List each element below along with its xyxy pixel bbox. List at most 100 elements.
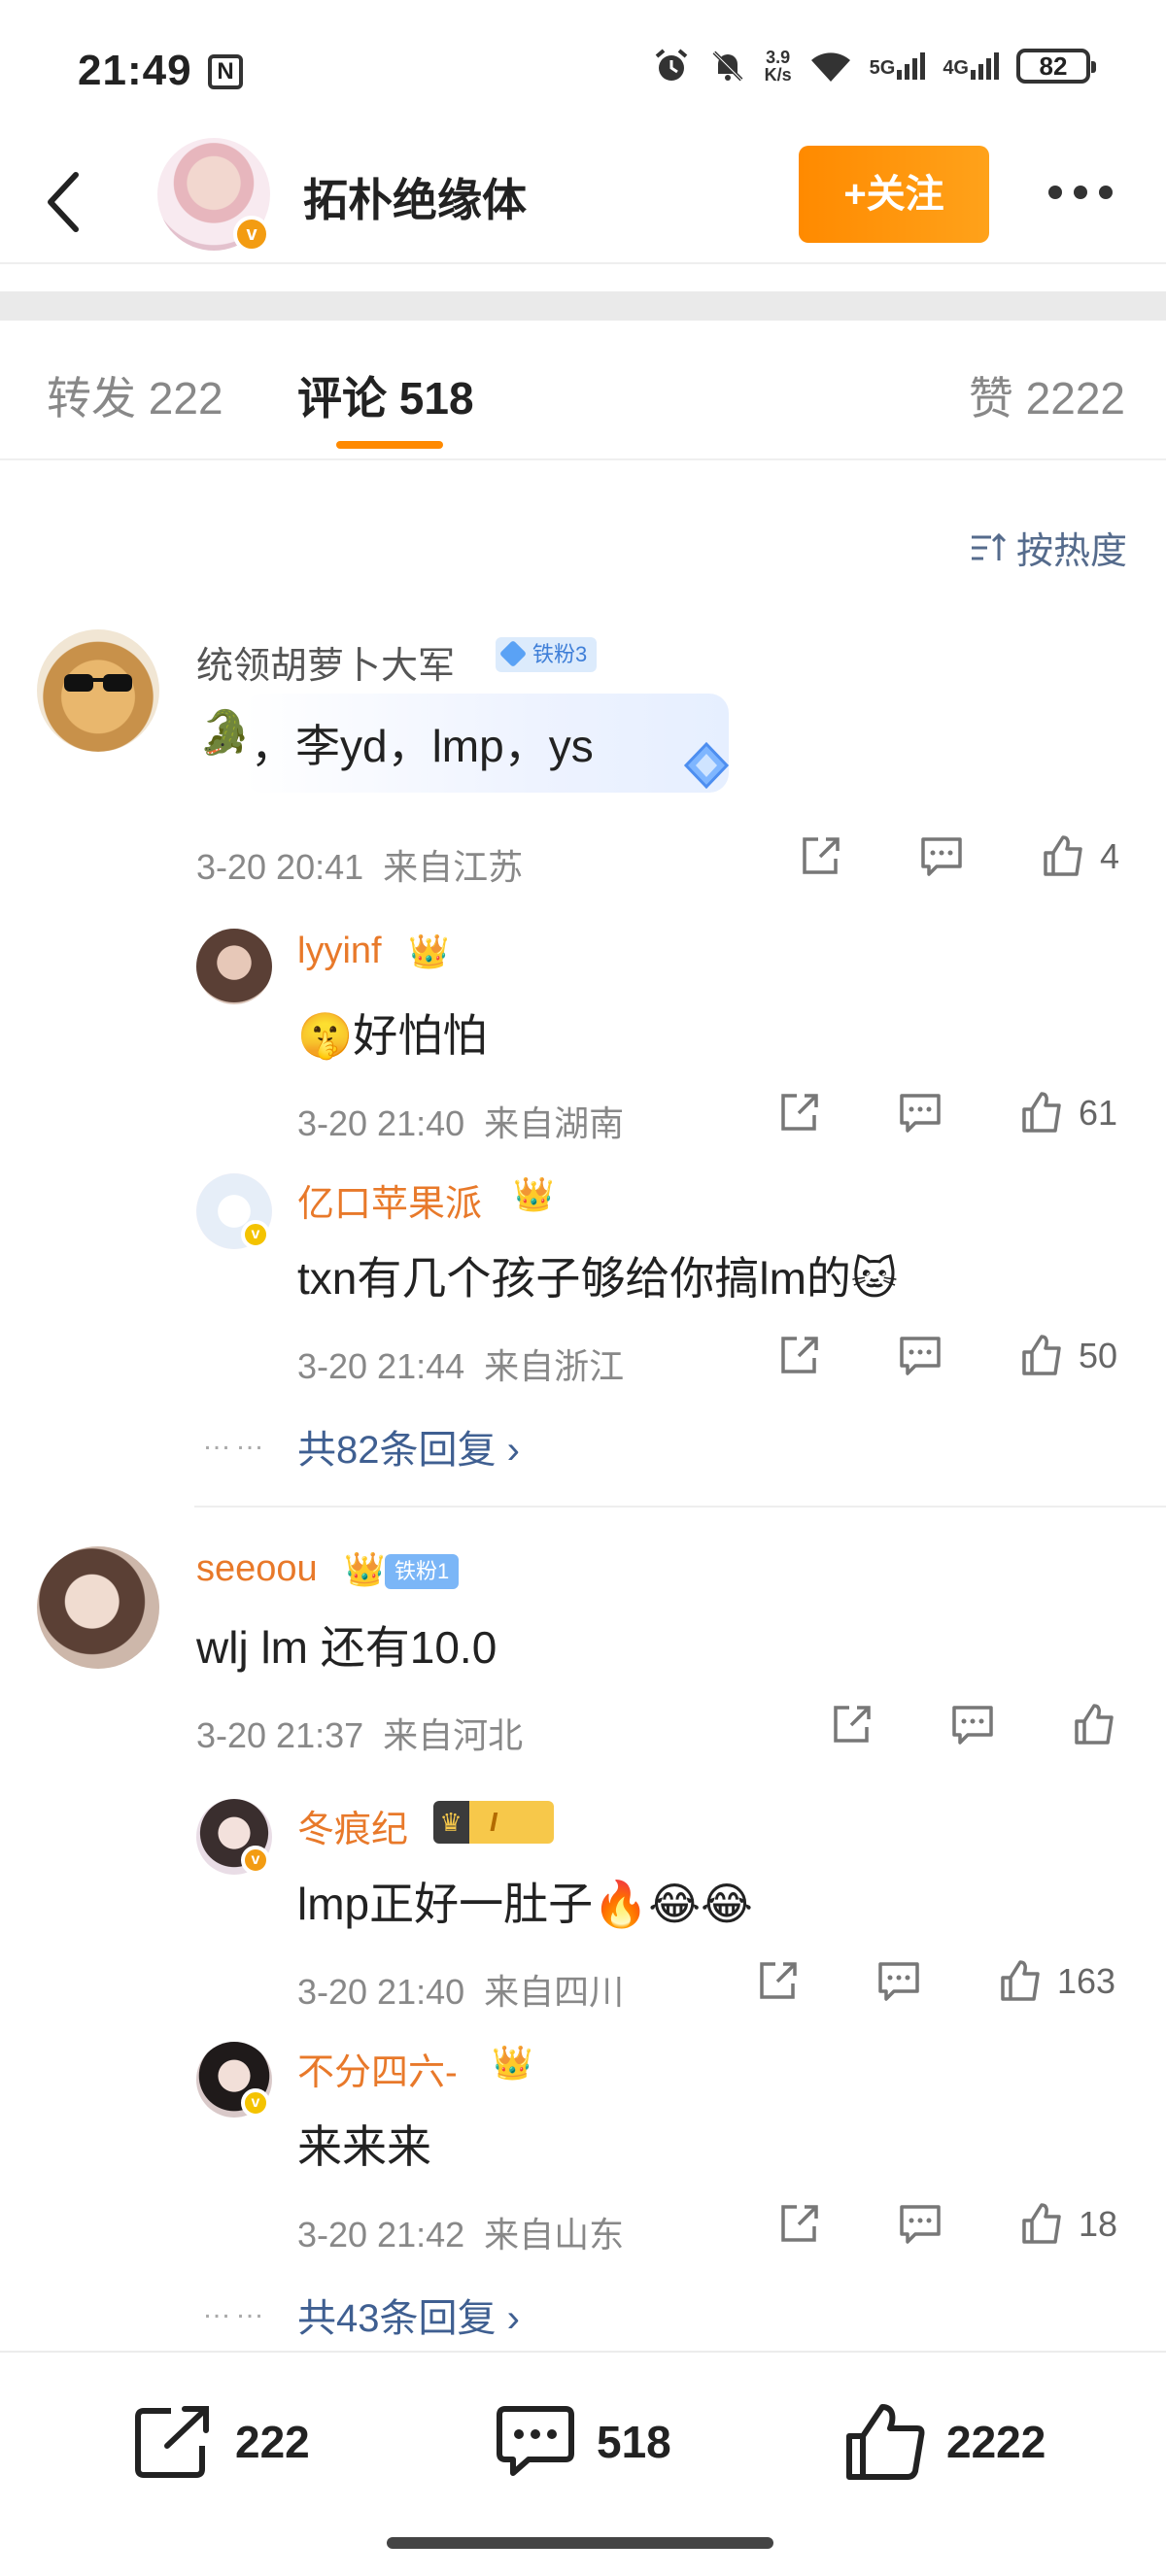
sort-icon bbox=[971, 532, 1007, 560]
comment-count: 518 bbox=[597, 2417, 671, 2467]
reply-icon[interactable] bbox=[896, 1090, 944, 1136]
sort-button[interactable]: 按热度 bbox=[970, 521, 1127, 574]
reply-icon[interactable] bbox=[948, 1702, 997, 1748]
reply-username[interactable]: 不分四六- bbox=[297, 2042, 458, 2095]
share-icon[interactable] bbox=[797, 833, 843, 880]
comment-text: ，李yd，lmp，ys bbox=[251, 721, 594, 771]
comment-username[interactable]: seeoou bbox=[196, 1548, 318, 1590]
net-speed: 3.9 K/s bbox=[764, 48, 792, 85]
status-time: 21:49 bbox=[78, 47, 192, 94]
reply-actions: 61 bbox=[775, 1090, 1117, 1136]
like-icon bbox=[846, 2404, 925, 2480]
share-icon[interactable] bbox=[828, 1702, 874, 1748]
status-icons: 3.9 K/s 5G 4G 82 bbox=[652, 47, 1096, 85]
reply-icon[interactable] bbox=[917, 833, 966, 880]
tab-repost[interactable]: 转发 222 bbox=[47, 363, 223, 427]
sunglasses-icon bbox=[64, 674, 132, 692]
reply-icon[interactable] bbox=[896, 1333, 944, 1379]
like-count: 163 bbox=[1057, 1961, 1116, 2001]
fan-badge: 铁粉3 bbox=[496, 637, 598, 672]
comment-icon bbox=[497, 2406, 574, 2476]
home-indicator[interactable] bbox=[387, 2537, 773, 2549]
comment-username[interactable]: 统领胡萝卜大军 bbox=[196, 635, 455, 689]
level-badge-icon: ♛ I bbox=[433, 1801, 554, 1844]
section-gap bbox=[0, 291, 1166, 321]
view-more-replies-link[interactable]: 共82条回复 › bbox=[297, 1418, 520, 1474]
signal-4g-icon: 4G bbox=[943, 52, 999, 80]
reply-actions: 18 bbox=[775, 2201, 1117, 2248]
reply-actions: 163 bbox=[754, 1958, 1115, 2005]
reply-username[interactable]: 冬痕纪 bbox=[297, 1799, 408, 1852]
repost-button[interactable]: 222 bbox=[132, 2403, 310, 2481]
tabs-divider bbox=[0, 458, 1166, 460]
like-count: 50 bbox=[1079, 1336, 1118, 1375]
like-icon[interactable] bbox=[1018, 2201, 1065, 2248]
reply-actions: 50 bbox=[775, 1333, 1117, 1379]
more-options-icon[interactable] bbox=[1042, 173, 1119, 212]
fan-badge: 铁粉1 bbox=[385, 1554, 460, 1589]
repost-count: 222 bbox=[235, 2417, 310, 2467]
follow-button[interactable]: +关注 bbox=[799, 146, 989, 243]
reply-username[interactable]: lyyinf bbox=[297, 931, 382, 972]
tab-likes[interactable]: 赞 2222 bbox=[969, 363, 1125, 427]
verified-badge-icon: v bbox=[241, 1220, 270, 1249]
comment-text: wlj lm 还有10.0 bbox=[196, 1622, 497, 1673]
share-icon[interactable] bbox=[754, 1958, 801, 2005]
battery-icon: 82 bbox=[1016, 49, 1096, 84]
reply-text: 🤫好怕怕 bbox=[297, 1010, 488, 1061]
like-count: 18 bbox=[1079, 2204, 1118, 2244]
like-button[interactable]: 2222 bbox=[843, 2403, 1046, 2481]
tab-indicator bbox=[336, 441, 443, 449]
header-divider bbox=[0, 262, 1166, 264]
like-icon[interactable] bbox=[1040, 833, 1086, 880]
reply-text: lmp正好一肚子🔥😂😂 bbox=[297, 1879, 753, 1929]
reply-time: 3-20 21:44 来自浙江 bbox=[297, 1346, 625, 1386]
comment-time: 3-20 21:37 来自河北 bbox=[196, 1715, 524, 1755]
like-icon[interactable] bbox=[1018, 1090, 1065, 1136]
share-icon[interactable] bbox=[775, 1090, 822, 1136]
author-name[interactable]: 拓朴绝缘体 bbox=[303, 165, 527, 229]
reply-icon[interactable] bbox=[874, 1958, 923, 2005]
verified-badge-icon: v bbox=[241, 1846, 270, 1875]
shush-emoji-icon: 🤫 bbox=[297, 1010, 354, 1061]
nfc-icon: N bbox=[208, 54, 243, 89]
back-arrow-icon[interactable] bbox=[35, 163, 93, 241]
cat-emoji-icon: 🐱 bbox=[850, 1253, 898, 1304]
share-icon[interactable] bbox=[775, 2201, 822, 2248]
wifi-icon bbox=[810, 52, 850, 82]
verified-badge-icon: v bbox=[233, 216, 270, 253]
comment-button[interactable]: 518 bbox=[494, 2403, 671, 2481]
crown-badge-icon: 👑 bbox=[492, 2045, 533, 2082]
view-more-replies-link[interactable]: 共43条回复 › bbox=[297, 2287, 520, 2343]
like-count: 4 bbox=[1100, 836, 1120, 876]
avatar[interactable] bbox=[37, 1546, 159, 1669]
alarm-icon bbox=[655, 49, 687, 81]
reply-time: 3-20 21:42 来自山东 bbox=[297, 2215, 625, 2254]
reply-time: 3-20 21:40 来自湖南 bbox=[297, 1103, 625, 1143]
reply-icon[interactable] bbox=[896, 2201, 944, 2248]
share-icon[interactable] bbox=[775, 1333, 822, 1379]
like-icon[interactable] bbox=[1071, 1702, 1117, 1748]
comment-actions bbox=[828, 1702, 1117, 1748]
tab-comments[interactable]: 评论 518 bbox=[297, 363, 474, 427]
crown-badge-icon: 👑 bbox=[408, 933, 450, 970]
crown-badge-icon: 👑 bbox=[513, 1176, 555, 1213]
comment-actions: 4 bbox=[797, 833, 1119, 880]
reply-text: 来来来 bbox=[297, 2121, 431, 2172]
crocodile-icon: 🐊 bbox=[198, 709, 252, 757]
status-bar: 21:49 N 3.9 K/s 5G 4G 82 bbox=[0, 0, 1166, 146]
like-count: 2222 bbox=[946, 2417, 1046, 2467]
share-icon bbox=[135, 2406, 209, 2478]
comment-divider bbox=[194, 1506, 1166, 1508]
mute-icon bbox=[712, 51, 743, 82]
thread-dots: …… bbox=[202, 2292, 268, 2324]
like-icon[interactable] bbox=[997, 1958, 1044, 2005]
reply-username[interactable]: 亿口苹果派 bbox=[297, 1173, 482, 1227]
verified-badge-icon: v bbox=[241, 2088, 270, 2118]
like-count: 61 bbox=[1079, 1093, 1118, 1133]
signal-5g-icon: 5G bbox=[870, 52, 926, 80]
comment-time: 3-20 20:41 来自江苏 bbox=[196, 847, 524, 887]
diamond-icon bbox=[683, 741, 730, 790]
like-icon[interactable] bbox=[1018, 1333, 1065, 1379]
avatar[interactable] bbox=[196, 929, 272, 1004]
